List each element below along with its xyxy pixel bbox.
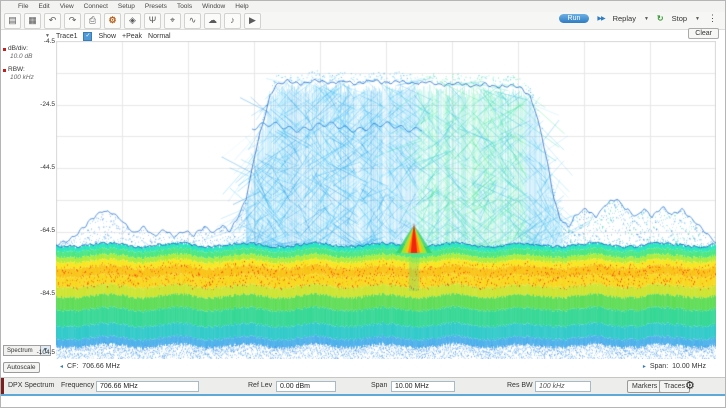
audio-demod-icon[interactable]: ♪ (224, 13, 241, 29)
frequency-label: Frequency (61, 382, 94, 389)
rbw-label: RBW: (8, 66, 25, 73)
ref-lev-field[interactable]: 0.00 dBm (276, 381, 336, 392)
span-field[interactable]: 10.00 MHz (391, 381, 455, 392)
y-axis-label-5: -104.5 (29, 349, 55, 356)
y-axis-label-3: -64.5 (29, 227, 55, 234)
run-button[interactable]: Run (559, 14, 590, 23)
span-adjust-icon[interactable]: ▸ (643, 363, 646, 370)
res-bw-field[interactable]: 100 kHz (535, 381, 591, 392)
spectrum-analyzer-window: File Edit View Connect Setup Presets Too… (0, 0, 726, 408)
y-axis-label-2: -44.5 (29, 164, 55, 171)
menu-view[interactable]: View (60, 3, 74, 10)
status-accent (1, 378, 4, 394)
span-label: Span (371, 382, 387, 389)
bottom-accent-line (1, 394, 725, 396)
stop-button[interactable]: Stop (672, 14, 687, 23)
ref-lev-label: Ref Lev (248, 382, 272, 389)
antenna-icon[interactable]: Ψ (144, 13, 161, 29)
span-axis-label: Span: (650, 363, 668, 370)
trigger-icon[interactable]: ◈ (124, 13, 141, 29)
mode-label: DPX Spectrum (8, 382, 54, 389)
db-div-marker (3, 48, 6, 51)
acquire-cloud-icon[interactable]: ☁ (204, 13, 221, 29)
db-div-value[interactable]: 10.0 dB (10, 53, 32, 60)
status-bar: DPX Spectrum Frequency 706.66 MHz Ref Le… (1, 377, 725, 395)
replay-dropdown-icon[interactable]: ▼ (644, 16, 649, 22)
settings-gear-icon-bottom[interactable]: ⚙ (685, 379, 695, 392)
menu-help[interactable]: Help (235, 3, 248, 10)
function-select[interactable]: Normal (148, 33, 171, 40)
menu-edit[interactable]: Edit (38, 3, 49, 10)
playback-icon[interactable]: ▶ (244, 13, 261, 29)
db-div-label: dB/div: (8, 45, 28, 52)
rbw-marker (3, 69, 6, 72)
menu-presets[interactable]: Presets (145, 3, 167, 10)
autoscale-button[interactable]: Autoscale (3, 362, 40, 373)
dpx-display[interactable] (56, 41, 716, 359)
replay-button[interactable]: Replay (613, 14, 636, 23)
menu-setup[interactable]: Setup (118, 3, 135, 10)
settings-gear-icon[interactable]: ⚙ (104, 13, 121, 29)
menu-window[interactable]: Window (202, 3, 225, 10)
open-file-icon[interactable]: ▤ (4, 13, 21, 29)
rbw-value[interactable]: 100 kHz (10, 74, 34, 81)
print-icon[interactable]: ⎙ (84, 13, 101, 29)
stop-icon: ↻ (657, 14, 664, 23)
cf-adjust-icon[interactable]: ◂ (60, 363, 63, 370)
clear-button[interactable]: Clear (688, 28, 719, 39)
y-axis-label-4: -84.5 (29, 290, 55, 297)
menu-file[interactable]: File (18, 3, 28, 10)
markers-button[interactable]: Markers (627, 380, 662, 393)
waveform-icon[interactable]: ∿ (184, 13, 201, 29)
undo-icon[interactable]: ↶ (44, 13, 61, 29)
save-icon[interactable]: ▦ (24, 13, 41, 29)
frequency-field[interactable]: 706.66 MHz (96, 381, 199, 392)
show-label: Show (98, 33, 116, 40)
detection-select[interactable]: +Peak (122, 33, 142, 40)
stop-dropdown-icon[interactable]: ▼ (695, 16, 700, 22)
replay-icon: ▶▶ (597, 15, 604, 22)
overflow-menu-icon[interactable]: ⋮ (708, 13, 717, 24)
menu-bar: File Edit View Connect Setup Presets Too… (1, 1, 725, 12)
cf-label: CF: (67, 363, 78, 370)
marker-peak-icon[interactable]: ⌖ (164, 13, 181, 29)
trace-selector[interactable]: Trace1 (56, 33, 78, 40)
y-axis-label-0: -4.5 (29, 38, 55, 45)
menu-tools[interactable]: Tools (177, 3, 192, 10)
cf-value[interactable]: 706.66 MHz (82, 363, 120, 370)
run-controls: Run ▶▶ Replay ▼ ↻ Stop ▼ ⋮ (559, 13, 717, 24)
freq-axis-bar: ◂ CF: 706.66 MHz ▸ Span: 10.00 MHz (56, 361, 716, 374)
menu-connect[interactable]: Connect (84, 3, 108, 10)
span-axis-value[interactable]: 10.00 MHz (672, 363, 706, 370)
show-checkbox[interactable]: ✓ (83, 32, 92, 41)
y-axis-label-1: -24.5 (29, 101, 55, 108)
redo-icon[interactable]: ↷ (64, 13, 81, 29)
res-bw-label: Res BW (507, 382, 533, 389)
